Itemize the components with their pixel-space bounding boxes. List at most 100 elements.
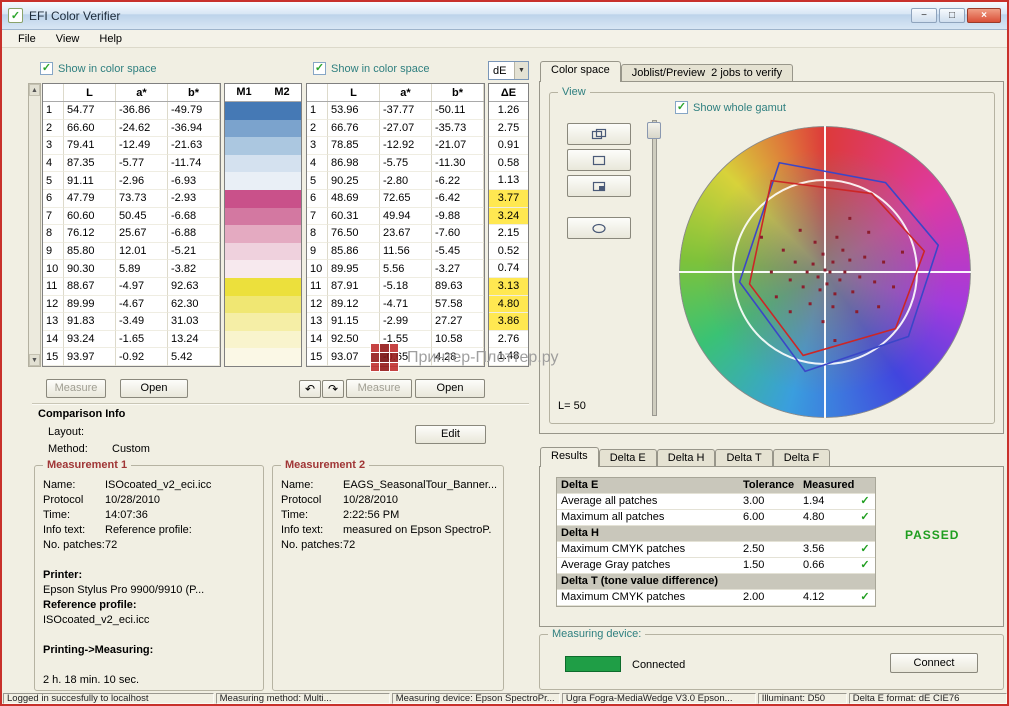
open-button-1[interactable]: Open xyxy=(120,379,188,398)
minimize-button[interactable]: − xyxy=(911,8,937,23)
table-row[interactable]: 486.98-5.75-11.30 xyxy=(307,155,484,173)
table-row[interactable]: 154.77-36.86-49.79 xyxy=(43,102,220,120)
lab-table-2: La*b*153.96-37.77-50.11266.76-27.07-35.7… xyxy=(306,83,485,367)
color-swatch-row xyxy=(225,331,301,349)
color-swatch-row xyxy=(225,313,301,331)
table-row[interactable]: 378.85-12.92-21.07 xyxy=(307,137,484,155)
table-row[interactable]: 1492.50-1.5510.58 xyxy=(307,331,484,349)
maximize-button[interactable]: □ xyxy=(939,8,965,23)
chevron-down-icon: ▼ xyxy=(514,62,528,79)
connect-button[interactable]: Connect xyxy=(890,653,978,673)
table-row[interactable]: 1391.83-3.4931.03 xyxy=(43,313,220,331)
view-3d-icon xyxy=(591,128,607,141)
menu-file[interactable]: File xyxy=(8,31,46,47)
redo-icon: ↷ xyxy=(328,382,338,396)
de-value-cell: 3.77 xyxy=(489,190,528,208)
table-row[interactable]: 1593.97-0.925.42 xyxy=(43,348,220,366)
tab-delta-t[interactable]: Delta T xyxy=(715,449,772,467)
info-line: Name:ISOcoated_v2_eci.icc xyxy=(43,478,259,493)
tab-delta-e[interactable]: Delta E xyxy=(599,449,657,467)
title-bar: ✓ EFI Color Verifier − □ × xyxy=(2,2,1007,30)
gamut-wheel[interactable] xyxy=(679,126,971,418)
undo-button[interactable]: ↶ xyxy=(299,380,321,398)
show-in-colorspace-checkbox-2[interactable]: ✓ Show in color space xyxy=(313,62,429,75)
color-swatch-row xyxy=(225,120,301,138)
table-row[interactable]: 985.8611.56-5.45 xyxy=(307,243,484,261)
tab-color-space[interactable]: Color space xyxy=(540,61,621,82)
table-row[interactable]: 760.3149.94-9.88 xyxy=(307,208,484,226)
info-line: No. patches:72 xyxy=(43,538,259,553)
edit-button[interactable]: Edit xyxy=(415,425,486,444)
table-row[interactable]: 153.96-37.77-50.11 xyxy=(307,102,484,120)
checkbox-label: Show in color space xyxy=(58,63,156,75)
status-segment: Ugra Fogra-MediaWedge V3.0 Epson... xyxy=(562,693,756,704)
table-row[interactable]: 1289.99-4.6762.30 xyxy=(43,296,220,314)
table-row[interactable]: 1289.12-4.7157.58 xyxy=(307,296,484,314)
close-button[interactable]: × xyxy=(967,8,1001,23)
tab-delta-f[interactable]: Delta F xyxy=(773,449,830,467)
table-row[interactable]: 379.41-12.49-21.63 xyxy=(43,137,220,155)
scroll-down-icon[interactable]: ▼ xyxy=(29,354,40,366)
results-row: Average Gray patches1.500.66✓ xyxy=(557,558,875,574)
color-swatch-row xyxy=(225,225,301,243)
tab-results[interactable]: Results xyxy=(540,447,599,467)
show-in-colorspace-checkbox-1[interactable]: ✓ Show in color space xyxy=(40,62,156,75)
tab-delta-h[interactable]: Delta H xyxy=(657,449,716,467)
table-row[interactable]: 1188.67-4.9792.63 xyxy=(43,278,220,296)
measure-button-1[interactable]: Measure xyxy=(46,379,106,398)
table-row[interactable]: 591.11-2.96-6.93 xyxy=(43,172,220,190)
table-row[interactable]: 590.25-2.80-6.22 xyxy=(307,172,484,190)
table-row[interactable]: 985.8012.01-5.21 xyxy=(43,243,220,261)
table-row[interactable]: 1187.91-5.1889.63 xyxy=(307,278,484,296)
table-row[interactable]: 1593.07-0.654.28 xyxy=(307,348,484,366)
menu-help[interactable]: Help xyxy=(89,31,132,47)
measure-button-2[interactable]: Measure xyxy=(346,379,412,398)
view-3d-button[interactable] xyxy=(567,123,631,145)
de-value-cell: 1.26 xyxy=(489,102,528,120)
de-value-cell: 2.76 xyxy=(489,331,528,349)
color-swatch-row xyxy=(225,348,301,366)
table-row[interactable]: 648.6972.65-6.42 xyxy=(307,190,484,208)
de-value-cell: 0.91 xyxy=(489,137,528,155)
open-button-2[interactable]: Open xyxy=(415,379,485,398)
table-row[interactable]: 760.6050.45-6.68 xyxy=(43,208,220,226)
info-line: Printing->Measuring: xyxy=(43,643,259,658)
view-2d-button[interactable] xyxy=(567,149,631,171)
checkbox-check-icon: ✓ xyxy=(313,62,326,75)
table-row[interactable]: 1090.305.89-3.82 xyxy=(43,260,220,278)
table-row[interactable]: 487.35-5.77-11.74 xyxy=(43,155,220,173)
table-row[interactable]: 876.5023.67-7.60 xyxy=(307,225,484,243)
view-gamut-icon xyxy=(591,222,607,235)
show-whole-gamut-checkbox[interactable]: ✓ Show whole gamut xyxy=(675,101,786,114)
table-row[interactable]: 1391.15-2.9927.27 xyxy=(307,313,484,331)
de-value-cell: 2.75 xyxy=(489,120,528,138)
table-header: La*b* xyxy=(307,84,484,102)
info-line xyxy=(43,553,259,568)
scroll-track[interactable] xyxy=(29,96,40,354)
view-section-button[interactable] xyxy=(567,175,631,197)
table-row[interactable]: 647.7973.73-2.93 xyxy=(43,190,220,208)
info-line xyxy=(43,658,259,673)
table-row[interactable]: 1089.955.56-3.27 xyxy=(307,260,484,278)
status-segment: Illuminant: D50 xyxy=(758,693,847,704)
color-swatch-row xyxy=(225,172,301,190)
table-row[interactable]: 1493.24-1.6513.24 xyxy=(43,331,220,349)
de-value-cell: 4.80 xyxy=(489,296,528,314)
checkbox-check-icon: ✓ xyxy=(675,101,688,114)
redo-button[interactable]: ↷ xyxy=(322,380,344,398)
tab-joblist-preview-2-jobs-to-verify[interactable]: Joblist/Preview 2 jobs to verify xyxy=(621,64,793,82)
table1-scrollbar[interactable]: ▲ ▼ xyxy=(28,83,41,367)
connection-status-label: Connected xyxy=(632,659,685,671)
scroll-up-icon[interactable]: ▲ xyxy=(29,84,40,96)
lightness-slider-thumb[interactable] xyxy=(647,122,661,139)
view-gamut-button[interactable] xyxy=(567,217,631,239)
de-format-combo[interactable]: dE ▼ xyxy=(488,61,529,80)
de-value-cell: 1.48 xyxy=(489,348,528,366)
info-line: Epson Stylus Pro 9900/9910 (P... xyxy=(43,583,259,598)
lightness-slider[interactable] xyxy=(652,120,657,416)
table-row[interactable]: 266.76-27.07-35.73 xyxy=(307,120,484,138)
table-row[interactable]: 266.60-24.62-36.94 xyxy=(43,120,220,138)
table-row[interactable]: 876.1225.67-6.88 xyxy=(43,225,220,243)
menu-view[interactable]: View xyxy=(46,31,90,47)
measurement2-title: Measurement 2 xyxy=(281,459,369,471)
